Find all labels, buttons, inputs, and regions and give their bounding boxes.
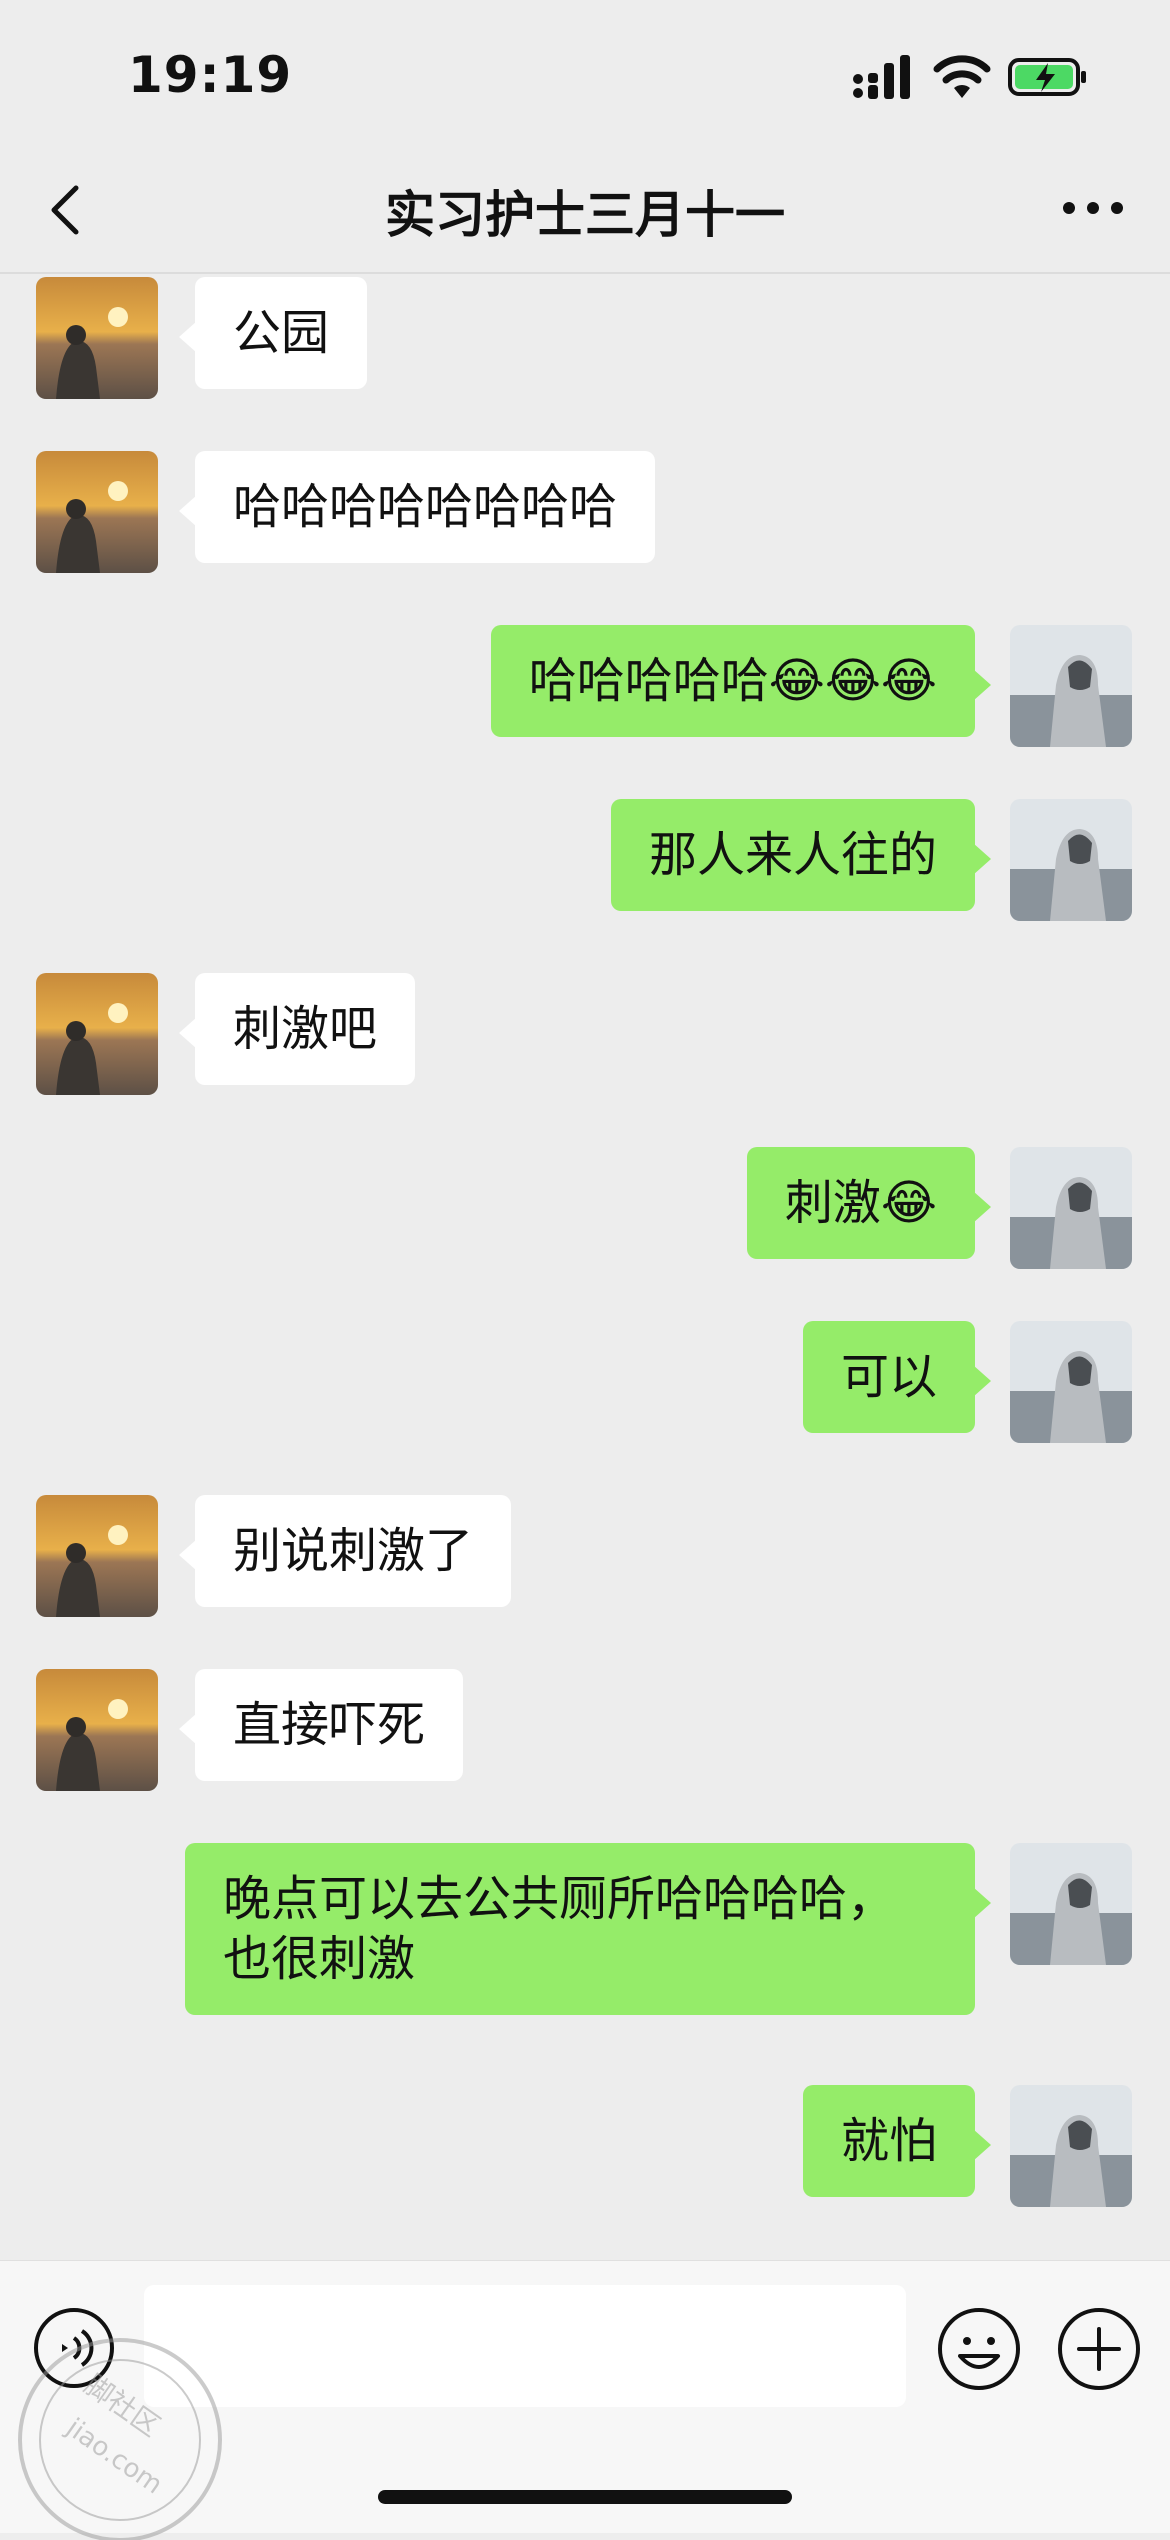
contact-avatar[interactable] — [36, 277, 158, 399]
message-bubble[interactable]: 公园 — [178, 277, 368, 389]
message-bubble[interactable]: 那人来人往的 — [610, 799, 992, 911]
nav-bar: 实习护士三月十一 — [0, 150, 1170, 274]
battery-icon — [1008, 58, 1086, 96]
plus-icon[interactable] — [1056, 2306, 1142, 2392]
message-bubble[interactable]: 刺激吧 — [178, 973, 416, 1085]
self-avatar[interactable] — [1010, 1843, 1132, 1965]
self-avatar[interactable] — [1010, 625, 1132, 747]
more-icon[interactable] — [1058, 188, 1128, 228]
self-avatar[interactable] — [1010, 799, 1132, 921]
emoji-icon[interactable] — [936, 2306, 1022, 2392]
status-bar: 19:19 — [0, 0, 1170, 150]
message-bubble[interactable]: 哈哈哈哈哈😂😂😂 — [490, 625, 992, 737]
message-bubble[interactable]: 别说刺激了 — [178, 1495, 512, 1607]
message-bubble[interactable]: 就怕 — [802, 2085, 992, 2197]
message-bubble[interactable]: 刺激😂 — [746, 1147, 992, 1259]
wifi-icon — [933, 55, 991, 98]
message-input[interactable] — [144, 2285, 906, 2407]
signal-icon — [853, 55, 910, 99]
message-list: 公园 哈哈哈哈哈哈哈哈 哈哈哈哈哈😂😂😂 那人来人往的 刺激吧 刺激😂 可以 别… — [0, 272, 1170, 2260]
contact-avatar[interactable] — [36, 973, 158, 1095]
home-indicator — [378, 2490, 792, 2504]
self-avatar[interactable] — [1010, 2085, 1132, 2207]
chat-title: 实习护士三月十一 — [385, 186, 785, 244]
self-avatar[interactable] — [1010, 1147, 1132, 1269]
contact-avatar[interactable] — [36, 1495, 158, 1617]
status-time: 19:19 — [128, 46, 293, 104]
message-bubble[interactable]: 晚点可以去公共厕所哈哈哈哈，也很刺激 — [185, 1843, 991, 2015]
message-bubble[interactable]: 直接吓死 — [178, 1669, 464, 1781]
watermark-logo: 脚社区 jiao.com — [18, 2338, 222, 2540]
contact-avatar[interactable] — [36, 451, 158, 573]
self-avatar[interactable] — [1010, 1321, 1132, 1443]
contact-avatar[interactable] — [36, 1669, 158, 1791]
message-bubble[interactable]: 哈哈哈哈哈哈哈哈 — [178, 451, 656, 563]
message-bubble[interactable]: 可以 — [802, 1321, 992, 1433]
